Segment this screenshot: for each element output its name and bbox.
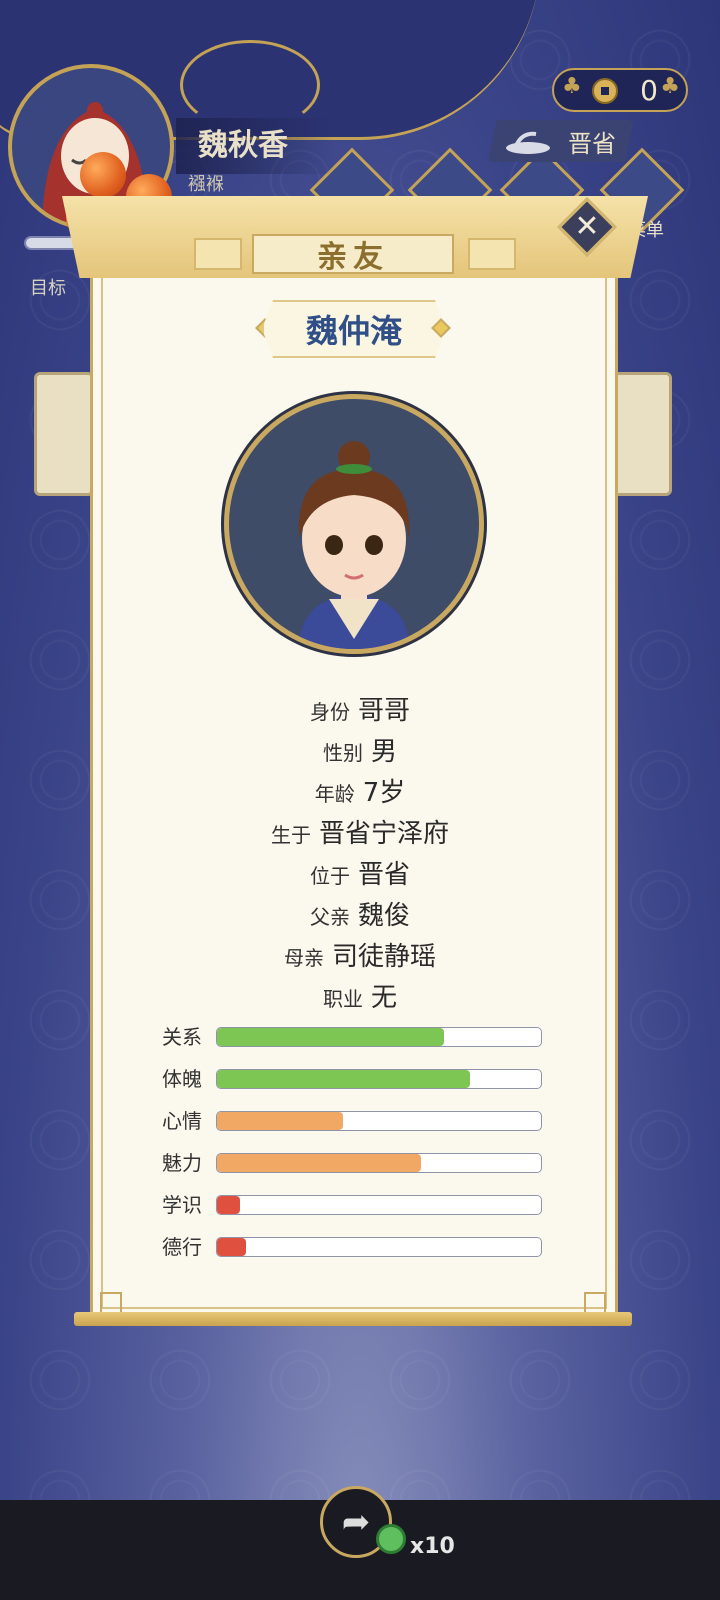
stat-fill bbox=[217, 1196, 240, 1214]
stat-charm: 魅力 bbox=[162, 1151, 546, 1175]
info-key: 身份 bbox=[309, 700, 350, 724]
side-tile-right bbox=[612, 372, 672, 496]
stat-label: 德行 bbox=[162, 1235, 202, 1259]
province-label: 晋省 bbox=[568, 129, 616, 158]
info-key: 位于 bbox=[309, 864, 350, 888]
person-name: 魏仲淹 bbox=[262, 300, 446, 358]
info-row-occupation: 职业无 bbox=[160, 977, 560, 1013]
stat-virtue: 德行 bbox=[162, 1235, 546, 1259]
stat-fill bbox=[217, 1070, 470, 1088]
player-name: 魏秋香 bbox=[176, 118, 336, 174]
player-age-stage: 襁褓 bbox=[188, 174, 224, 195]
coin-icon bbox=[592, 78, 618, 104]
stat-label: 魅力 bbox=[162, 1151, 202, 1175]
palm-left-icon: ♣ bbox=[562, 74, 582, 99]
jade-coin-icon bbox=[376, 1524, 406, 1554]
coin-counter[interactable]: ♣ 0 ♣ bbox=[552, 68, 688, 112]
side-tile-left bbox=[34, 372, 94, 496]
info-value: 司徒静瑶 bbox=[331, 942, 436, 972]
header-side-box bbox=[194, 238, 242, 270]
info-row-age: 年龄 7岁 bbox=[160, 772, 560, 808]
close-icon[interactable]: ✕ bbox=[566, 206, 608, 248]
stat-track bbox=[216, 1069, 542, 1089]
info-row-mother: 母亲 司徒静瑶 bbox=[160, 936, 560, 972]
stat-knowledge: 学识 bbox=[162, 1193, 546, 1217]
stat-label: 体魄 bbox=[162, 1067, 202, 1091]
share-icon: ➦ bbox=[341, 1502, 371, 1542]
persimmon-icon bbox=[80, 152, 126, 198]
panel-footer-rod bbox=[74, 1312, 632, 1326]
teapot-icon bbox=[506, 131, 550, 154]
stat-fill bbox=[217, 1238, 247, 1256]
info-value: 7岁 bbox=[362, 778, 406, 808]
info-value: 魏俊 bbox=[357, 901, 410, 931]
info-value: 男 bbox=[370, 737, 397, 767]
person-portrait bbox=[224, 394, 484, 654]
stat-fill bbox=[217, 1112, 344, 1130]
reward-count: x10 bbox=[410, 1534, 455, 1559]
info-row-identity: 身份 哥哥 bbox=[160, 690, 560, 726]
stat-mood: 心情 bbox=[162, 1109, 546, 1133]
coin-value: 0 bbox=[640, 73, 658, 107]
stat-track bbox=[216, 1027, 542, 1047]
info-row-gender: 性别男 bbox=[160, 731, 560, 767]
stat-track bbox=[216, 1153, 542, 1173]
info-key: 年龄 bbox=[314, 782, 355, 806]
goal-label[interactable]: 目标 bbox=[30, 274, 66, 300]
panel-title: 亲友 bbox=[252, 234, 454, 275]
stat-track bbox=[216, 1195, 542, 1215]
palm-right-icon: ♣ bbox=[660, 74, 680, 99]
header-side-box bbox=[468, 238, 516, 270]
info-row-birthplace: 生于 晋省宁泽府 bbox=[160, 813, 560, 849]
stat-track bbox=[216, 1111, 542, 1131]
info-row-father: 父亲 魏俊 bbox=[160, 895, 560, 931]
stat-fill bbox=[217, 1154, 422, 1172]
corner-deco bbox=[100, 1292, 122, 1314]
info-row-location: 位于 晋省 bbox=[160, 854, 560, 890]
info-value: 哥哥 bbox=[357, 696, 410, 726]
info-key: 职业 bbox=[322, 987, 363, 1011]
info-key: 性别 bbox=[322, 741, 363, 765]
cloud-decoration bbox=[180, 40, 320, 130]
info-key: 生于 bbox=[270, 823, 311, 847]
info-value: 晋省 bbox=[357, 860, 410, 890]
info-key: 父亲 bbox=[309, 905, 350, 929]
info-value: 晋省宁泽府 bbox=[318, 819, 449, 849]
province-button[interactable]: 晋省 bbox=[488, 120, 634, 162]
stat-track bbox=[216, 1237, 542, 1257]
info-key: 母亲 bbox=[283, 946, 324, 970]
stat-label: 学识 bbox=[162, 1193, 202, 1217]
stat-relationship: 关系 bbox=[162, 1025, 546, 1049]
corner-deco bbox=[584, 1292, 606, 1314]
stat-label: 关系 bbox=[162, 1025, 202, 1049]
stat-label: 心情 bbox=[162, 1109, 202, 1133]
stat-physique: 体魄 bbox=[162, 1067, 546, 1091]
info-value: 无 bbox=[370, 983, 397, 1013]
stat-fill bbox=[217, 1028, 444, 1046]
